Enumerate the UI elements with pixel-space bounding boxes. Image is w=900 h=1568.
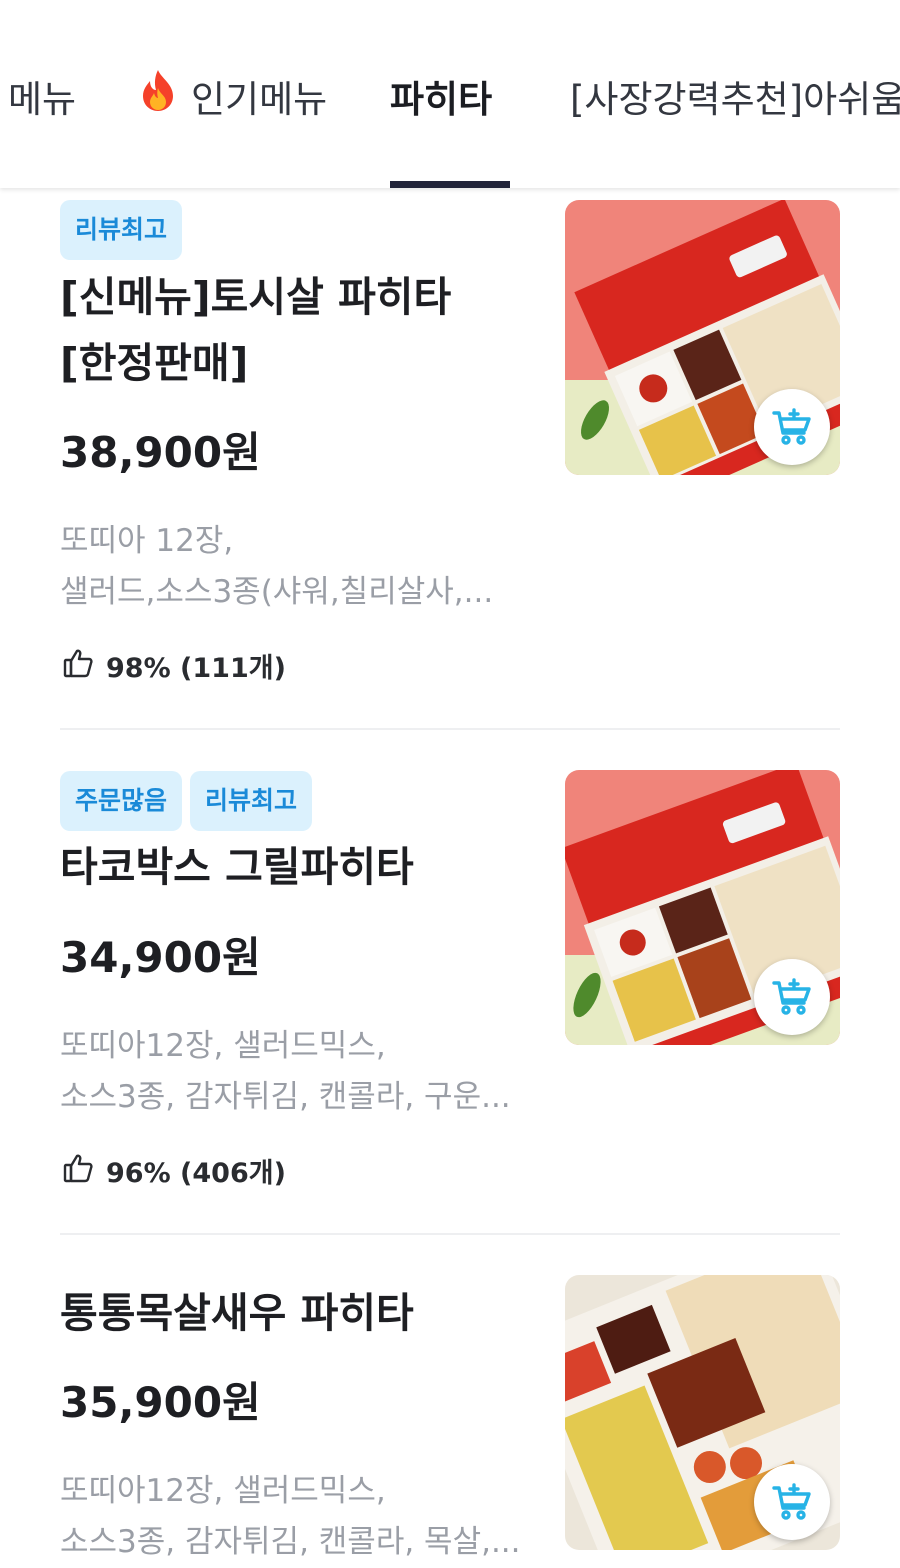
tab-popular-menu[interactable]: 인기메뉴	[137, 68, 328, 130]
menu-item-price: 38,900원	[60, 428, 261, 477]
description-line: 소스3종, 감자튀김, 캔콜라, 목살,...	[60, 1524, 520, 1560]
category-tab-bar: 메뉴 인기메뉴 파히타 [사장강력추천]아쉬움	[0, 0, 900, 188]
menu-item-photo[interactable]	[565, 770, 840, 1045]
add-to-cart-icon	[771, 976, 813, 1018]
description-line: 소스3종, 감자튀김, 캔콜라, 구운...	[60, 1079, 511, 1115]
rating: 98% (111개)	[62, 647, 286, 691]
rating-text: 98% (111개)	[106, 653, 286, 684]
tab-menu[interactable]: 메뉴	[8, 70, 76, 130]
active-tab-indicator	[390, 181, 510, 188]
rating: 96% (406개)	[62, 1152, 286, 1196]
badge-group: 주문많음 리뷰최고	[60, 771, 313, 831]
badge-group: 리뷰최고	[60, 200, 183, 260]
add-to-cart-button[interactable]	[754, 959, 830, 1035]
rating-text: 96% (406개)	[106, 1158, 286, 1189]
tab-owner-recommend[interactable]: [사장강력추천]아쉬움	[570, 70, 900, 130]
badge-best-review: 리뷰최고	[190, 771, 313, 831]
menu-item-description: 또띠아 12장, 샐러드,소스3종(샤워,칠리살사,...	[60, 516, 520, 618]
fire-icon	[137, 68, 179, 130]
menu-item-price: 34,900원	[60, 933, 261, 982]
add-to-cart-button[interactable]	[754, 1464, 830, 1540]
add-to-cart-icon	[771, 1481, 813, 1523]
menu-item-name: [신메뉴]토시살 파히타 [한정판매]	[60, 273, 452, 387]
tab-popular-label: 인기메뉴	[191, 78, 328, 121]
badge-best-review: 리뷰최고	[60, 200, 183, 260]
menu-item-description: 또띠아12장, 샐러드믹스, 소스3종, 감자튀김, 캔콜라, 구운...	[60, 1021, 520, 1123]
menu-item-name: 타코박스 그릴파히타	[60, 843, 414, 891]
add-to-cart-button[interactable]	[754, 389, 830, 465]
menu-item-price: 35,900원	[60, 1378, 261, 1427]
menu-item-photo[interactable]	[565, 200, 840, 475]
description-line: 또띠아12장, 샐러드믹스,	[60, 1473, 386, 1509]
description-line: 또띠아12장, 샐러드믹스,	[60, 1028, 386, 1064]
badge-most-ordered: 주문많음	[60, 771, 183, 831]
tab-fajita[interactable]: 파히타	[390, 70, 492, 130]
thumbs-up-icon	[62, 1152, 94, 1196]
description-line: 샐러드,소스3종(샤워,칠리살사,...	[60, 574, 494, 610]
menu-item-photo[interactable]	[565, 1275, 840, 1550]
menu-item-name: 통통목살새우 파히타	[60, 1289, 414, 1337]
add-to-cart-icon	[771, 406, 813, 448]
item-divider	[60, 1233, 840, 1235]
description-line: 또띠아 12장,	[60, 523, 234, 559]
thumbs-up-icon	[62, 647, 94, 691]
menu-item-description: 또띠아12장, 샐러드믹스, 소스3종, 감자튀김, 캔콜라, 목살,...	[60, 1466, 520, 1568]
item-divider	[60, 728, 840, 730]
